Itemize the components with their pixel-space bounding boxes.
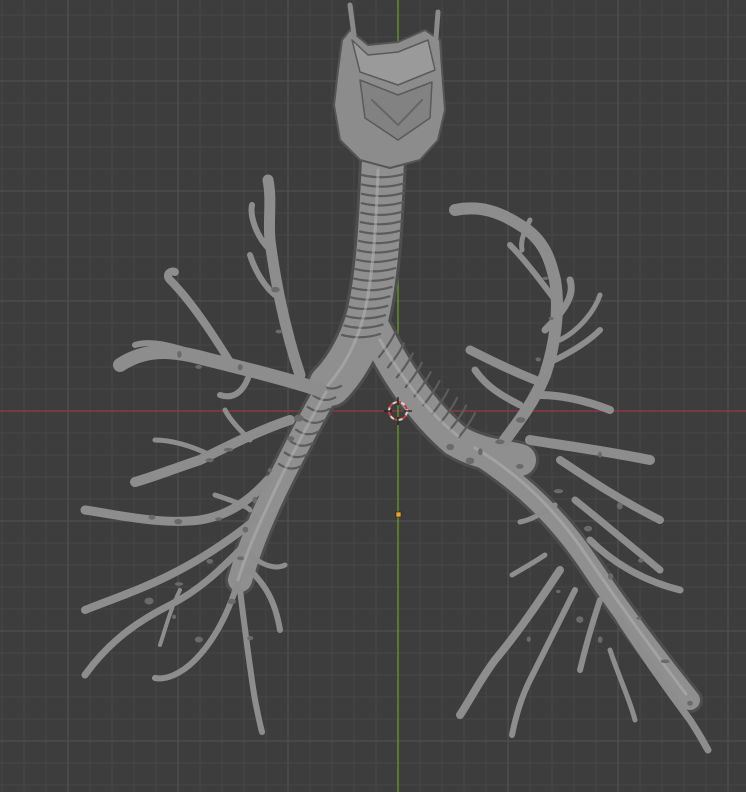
surface-nodule [478,448,483,456]
surface-nodule [597,636,603,643]
surface-nodule [556,589,561,594]
surface-nodule [195,364,203,369]
surface-nodule [148,514,156,520]
surface-nodule [535,357,541,362]
surface-nodule [515,417,526,423]
surface-nodule [174,582,184,586]
surface-nodule [526,636,531,642]
surface-nodule [172,614,177,620]
surface-nodule [597,451,602,458]
surface-nodule [583,525,593,532]
surface-nodule [548,317,554,321]
surface-nodule [293,414,304,422]
surface-nodule [215,517,222,521]
surface-nodule [607,573,614,580]
surface-nodule [267,468,273,473]
origin-point-icon [395,511,402,518]
surface-nodule [542,276,549,281]
surface-nodule [576,616,584,623]
surface-nodule [638,558,644,563]
surface-nodule [205,458,214,463]
surface-nodule [465,457,475,465]
surface-nodule [636,616,641,620]
surface-nodule [271,286,280,293]
surface-nodule [227,598,236,605]
surface-nodule [252,496,258,504]
surface-nodule [237,556,245,561]
surface-nodule [553,489,564,494]
surface-nodule [237,364,243,371]
3d-viewport[interactable] [0,0,746,792]
surface-nodule [177,351,182,358]
surface-nodule [616,502,623,510]
surface-nodule [242,526,249,533]
surface-nodule [495,439,505,445]
surface-nodule [516,464,524,469]
surface-nodule [287,436,295,442]
surface-nodule [174,518,183,525]
surface-nodule [247,635,254,641]
surface-nodule [687,700,693,706]
surface-nodule [206,558,214,564]
surface-nodule [446,443,455,451]
larynx [333,2,446,169]
surface-nodule [144,597,154,605]
surface-nodule [194,636,203,643]
viewport-canvas[interactable] [0,0,746,792]
surface-nodule [660,659,670,664]
surface-nodule [275,329,283,334]
surface-nodule [223,447,234,452]
